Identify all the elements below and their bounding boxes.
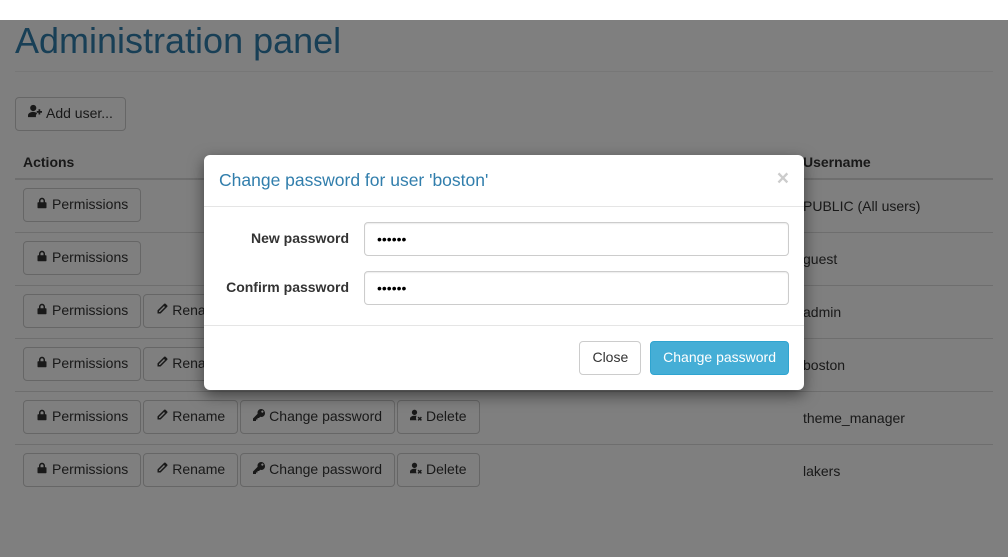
close-button[interactable]: Close xyxy=(579,341,641,375)
confirm-password-label: Confirm password xyxy=(219,271,364,298)
change-password-submit-button[interactable]: Change password xyxy=(650,341,789,375)
change-password-modal: Change password for user 'boston' × New … xyxy=(204,155,804,390)
confirm-password-input[interactable] xyxy=(364,271,789,305)
new-password-label: New password xyxy=(219,222,364,249)
modal-title: Change password for user 'boston' xyxy=(219,170,789,191)
close-icon[interactable]: × xyxy=(777,168,789,189)
new-password-input[interactable] xyxy=(364,222,789,256)
